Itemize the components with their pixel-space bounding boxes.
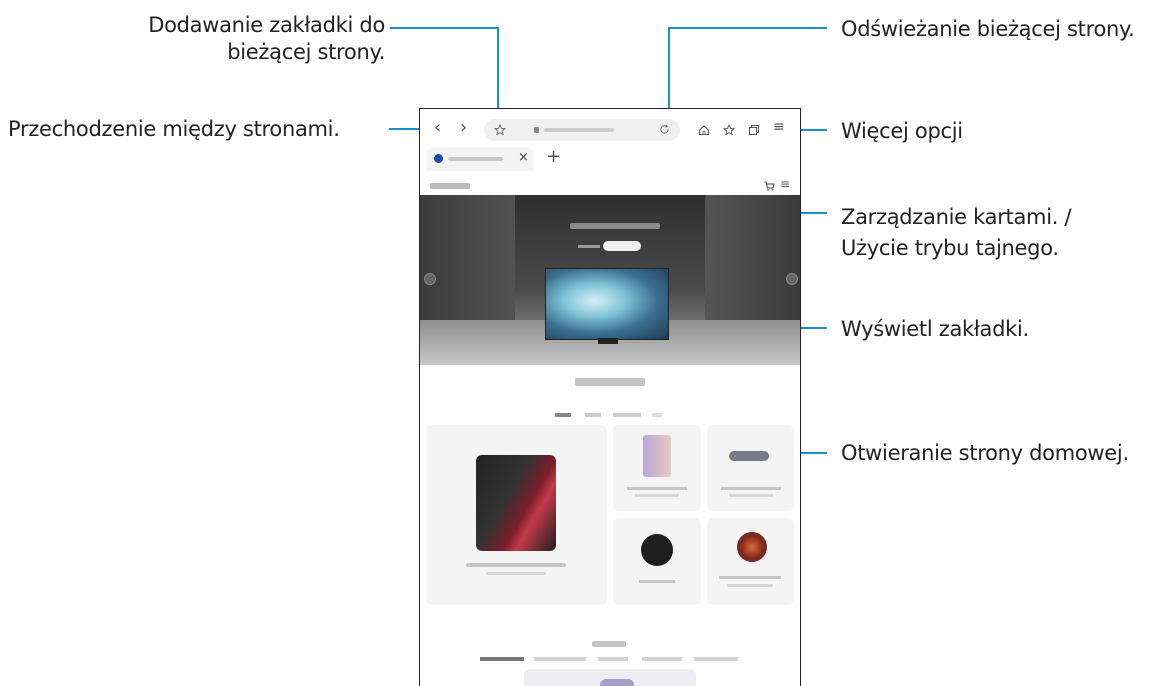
browser-window: ‹ › ≡ × + ≡	[419, 108, 801, 686]
site-favicon-icon	[434, 154, 443, 163]
product-card-buds[interactable]	[707, 425, 794, 511]
product-phone2-desc	[635, 494, 679, 497]
product-charger-name	[719, 576, 781, 579]
bottom-tab-5[interactable]	[694, 657, 738, 661]
category-tab-2[interactable]	[585, 413, 601, 417]
hero-next-arrow-icon[interactable]	[786, 273, 798, 285]
product-phone-desc	[486, 572, 546, 575]
line-refresh-h	[668, 27, 827, 29]
star-icon[interactable]	[494, 124, 506, 136]
product-card-tag[interactable]	[613, 518, 701, 605]
chevron-left-icon[interactable]: ‹	[434, 117, 441, 138]
url-text	[544, 128, 614, 132]
page-menu-icon[interactable]: ≡	[780, 177, 790, 191]
callout-more: Więcej opcji	[841, 119, 963, 143]
tag-image	[641, 534, 673, 566]
address-bar[interactable]	[484, 119, 680, 141]
product-phone2-name	[627, 487, 687, 490]
product-card-phone[interactable]	[426, 425, 607, 605]
bottom-tab-4[interactable]	[642, 657, 682, 661]
charger-image	[737, 532, 767, 562]
callout-navigate: Przechodzenie między stronami.	[8, 117, 340, 141]
section-title	[575, 378, 645, 386]
callout-refresh: Odświeżanie bieżącej strony.	[841, 17, 1135, 41]
hero-link[interactable]	[578, 245, 600, 248]
tv-stand	[598, 338, 618, 344]
callout-tabs-line2: Użycie trybu tajnego.	[841, 236, 1059, 260]
bookmarks-icon[interactable]	[723, 124, 735, 136]
product-phone-name	[466, 563, 566, 567]
callout-bookmark-add: Dodawanie zakładki do bieżącej strony.	[100, 12, 385, 66]
lock-icon	[534, 127, 539, 133]
category-tab-4[interactable]	[652, 413, 662, 417]
buds-image	[729, 451, 769, 461]
product-card-phone2[interactable]	[613, 425, 701, 511]
phone-image	[476, 455, 556, 551]
product-buds-name	[721, 487, 781, 490]
hero-cta-button[interactable]	[603, 241, 641, 251]
callout-tabs: Zarządzanie kartami. / Użycie trybu tajn…	[841, 204, 1072, 262]
line-bookmark-h	[390, 27, 498, 29]
line-bookmark-v	[497, 27, 499, 117]
phone2-image	[643, 435, 671, 477]
page-logo	[430, 183, 470, 189]
hero-right-wall	[705, 195, 800, 335]
chevron-right-icon[interactable]: ›	[460, 117, 467, 138]
hero-prev-arrow-icon[interactable]	[424, 273, 436, 285]
bottom-card[interactable]	[524, 669, 696, 686]
hero-left-wall	[420, 195, 515, 335]
line-refresh-v	[668, 27, 670, 117]
close-icon[interactable]: ×	[518, 150, 529, 165]
tabs-icon[interactable]	[748, 124, 760, 136]
product-buds-desc	[729, 494, 773, 497]
callout-bookmark-add-line2: bieżącej strony.	[227, 40, 385, 64]
product-tag-name	[639, 580, 675, 583]
product-card-charger[interactable]	[707, 518, 794, 605]
cart-icon[interactable]	[764, 181, 775, 191]
tv-image	[545, 268, 669, 340]
category-tab-1[interactable]	[555, 413, 571, 417]
hero-title	[570, 223, 660, 229]
bottom-section-title	[592, 641, 626, 647]
hero-banner[interactable]	[420, 195, 800, 365]
category-tab-3[interactable]	[613, 413, 641, 417]
tab-active[interactable]: ×	[426, 147, 534, 171]
tab-title	[448, 157, 503, 161]
menu-icon[interactable]: ≡	[773, 119, 785, 135]
refresh-icon[interactable]	[659, 124, 670, 135]
home-icon[interactable]	[698, 124, 710, 136]
plus-icon[interactable]: +	[546, 146, 561, 167]
callout-home: Otwieranie strony domowej.	[841, 441, 1129, 465]
product-charger-desc	[727, 584, 773, 587]
callout-bookmark-add-line1: Dodawanie zakładki do	[148, 13, 385, 37]
bottom-tab-3[interactable]	[598, 657, 628, 661]
bottom-tab-2[interactable]	[534, 657, 586, 661]
bottom-tab-1[interactable]	[480, 657, 524, 661]
callout-view-bookmarks: Wyświetl zakładki.	[841, 317, 1029, 341]
callout-tabs-line1: Zarządzanie kartami. /	[841, 205, 1072, 229]
